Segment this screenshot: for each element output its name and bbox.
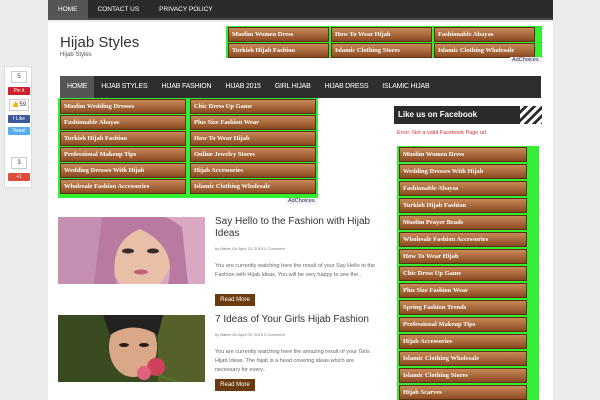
adchoices-label[interactable]: AdChoices <box>286 198 317 204</box>
main-nav-hijab-styles[interactable]: HIJAB STYLES <box>94 76 154 98</box>
main-nav: HOME HIJAB STYLES HIJAB FASHION HIJAB 2015 G… <box>60 76 541 98</box>
facebook-error-message: Error: Not a valid Facebook Page url. <box>397 130 488 136</box>
post-meta: by Baber On April 09, 2015 0 Comment <box>215 332 285 337</box>
ad-link[interactable]: Turkish Hijab Fashion <box>399 198 527 213</box>
ad-link[interactable]: Hijab Scarves <box>399 385 527 400</box>
share-count: 5 <box>11 71 27 83</box>
sidebar-heading-text: Like us on Facebook <box>398 110 478 119</box>
ad-link[interactable]: Muslim Prayer Beads <box>399 215 527 230</box>
ad-link[interactable]: Muslim Wedding Dresses <box>60 99 186 114</box>
post-thumbnail[interactable] <box>58 315 205 382</box>
post-image <box>58 315 205 382</box>
adchoices-label[interactable]: AdChoices <box>510 57 541 63</box>
ad-link[interactable]: Hijab Accessories <box>399 334 527 349</box>
ad-link[interactable]: Muslim Women Dress <box>228 27 329 42</box>
ad-link[interactable]: Chic Dress Up Game <box>190 99 316 114</box>
ad-link[interactable]: Islamic Clothing Wholesale <box>190 179 316 194</box>
ad-link[interactable]: Online Jewelry Stores <box>190 147 316 162</box>
ad-link[interactable]: How To Wear Hijab <box>190 131 316 146</box>
ad-link[interactable]: Turkish Hijab Fashion <box>60 131 186 146</box>
ad-link[interactable]: Plus Size Fashion Wear <box>190 115 316 130</box>
sidebar-widget-heading: Like us on Facebook <box>394 106 542 124</box>
post-title[interactable]: 7 Ideas of Your Girls Hijab Fashion <box>215 314 385 326</box>
top-nav-home[interactable]: HOME <box>48 0 88 20</box>
social-share-bar: 5 Pin it 👍59 f Like Tweet 3 +1 <box>4 66 32 188</box>
facebook-like-button[interactable]: f Like <box>8 115 30 123</box>
site-title[interactable]: Hijab Styles <box>60 34 139 51</box>
header-ad-grid: Muslim Women Dress How To Wear Hijab Fas… <box>226 26 542 58</box>
main-nav-girl-hijab[interactable]: GIRL HIJAB <box>268 76 318 98</box>
like-count-value: 59 <box>19 102 27 108</box>
top-nav: HOME CONTACT US PRIVACY POLICY <box>48 0 553 20</box>
sidebar-ad-list: Muslim Women Dress Wedding Dresses With … <box>397 146 539 400</box>
like-count: 👍59 <box>9 99 29 111</box>
main-nav-hijab-2015[interactable]: HIJAB 2015 <box>218 76 267 98</box>
facebook-like-label: Like <box>15 116 25 122</box>
post-excerpt: You are currently watching here the amaz… <box>215 349 370 373</box>
ad-link[interactable]: Fashionable Abayas <box>434 27 535 42</box>
ad-link[interactable]: Fashionable Abayas <box>399 181 527 196</box>
post-meta: by Baber On April 13, 2015 0 Comment <box>215 246 285 251</box>
top-nav-privacy[interactable]: PRIVACY POLICY <box>149 0 223 20</box>
ad-link[interactable]: Turkish Hijab Fashion <box>228 43 329 58</box>
ad-link[interactable]: Islamic Clothing Wholesale <box>434 43 535 58</box>
ad-link[interactable]: How To Wear Hijab <box>331 27 432 42</box>
ad-link[interactable]: Fashionable Abayas <box>60 115 186 130</box>
heading-stripe-decoration <box>520 106 542 124</box>
page-container: Hijab Styles Hijab Styles Muslim Women D… <box>48 22 553 400</box>
pinterest-button[interactable]: Pin it <box>8 87 30 95</box>
post-excerpt: You are currently watching here the resu… <box>215 263 375 278</box>
main-nav-hijab-dress[interactable]: HIJAB DRESS <box>318 76 376 98</box>
content-ad-grid: Muslim Wedding Dresses Chic Dress Up Gam… <box>58 98 318 198</box>
tweet-button[interactable]: Tweet <box>8 127 30 135</box>
ad-link[interactable]: Muslim Women Dress <box>399 147 527 162</box>
read-more-button[interactable]: Read More <box>215 379 255 391</box>
top-nav-contact[interactable]: CONTACT US <box>88 0 150 20</box>
gplus-count: 3 <box>11 157 27 169</box>
ad-link[interactable]: Plus Size Fashion Wear <box>399 283 527 298</box>
main-nav-home[interactable]: HOME <box>60 76 95 98</box>
ad-link[interactable]: Spring Fashion Trends <box>399 300 527 315</box>
ad-link[interactable]: Wholesale Fashion Accessories <box>399 232 527 247</box>
ad-link[interactable]: Wedding Dresses With Hijab <box>60 163 186 178</box>
main-nav-islamic-hijab[interactable]: ISLAMIC HIJAB <box>375 76 436 98</box>
ad-link[interactable]: Wholesale Fashion Accessories <box>60 179 186 194</box>
read-more-button[interactable]: Read More <box>215 294 255 306</box>
site-subtitle: Hijab Styles <box>60 52 92 58</box>
ad-link[interactable]: Islamic Clothing Stores <box>331 43 432 58</box>
post-thumbnail[interactable] <box>58 217 205 284</box>
ad-link[interactable]: Islamic Clothing Stores <box>399 368 527 383</box>
ad-link[interactable]: Chic Dress Up Game <box>399 266 527 281</box>
ad-link[interactable]: Professional Makeup Tips <box>399 317 527 332</box>
main-nav-hijab-fashion[interactable]: HIJAB FASHION <box>154 76 218 98</box>
ad-link[interactable]: How To Wear Hijab <box>399 249 527 264</box>
ad-link[interactable]: Islamic Clothing Wholesale <box>399 351 527 366</box>
ad-link[interactable]: Professional Makeup Tips <box>60 147 186 162</box>
ad-link[interactable]: Wedding Dresses With Hijab <box>399 164 527 179</box>
post-title[interactable]: Say Hello to the Fashion with Hijab Idea… <box>215 216 385 240</box>
post-image <box>58 217 205 284</box>
ad-link[interactable]: Hijab Accessories <box>190 163 316 178</box>
gplus-button[interactable]: +1 <box>8 173 30 181</box>
